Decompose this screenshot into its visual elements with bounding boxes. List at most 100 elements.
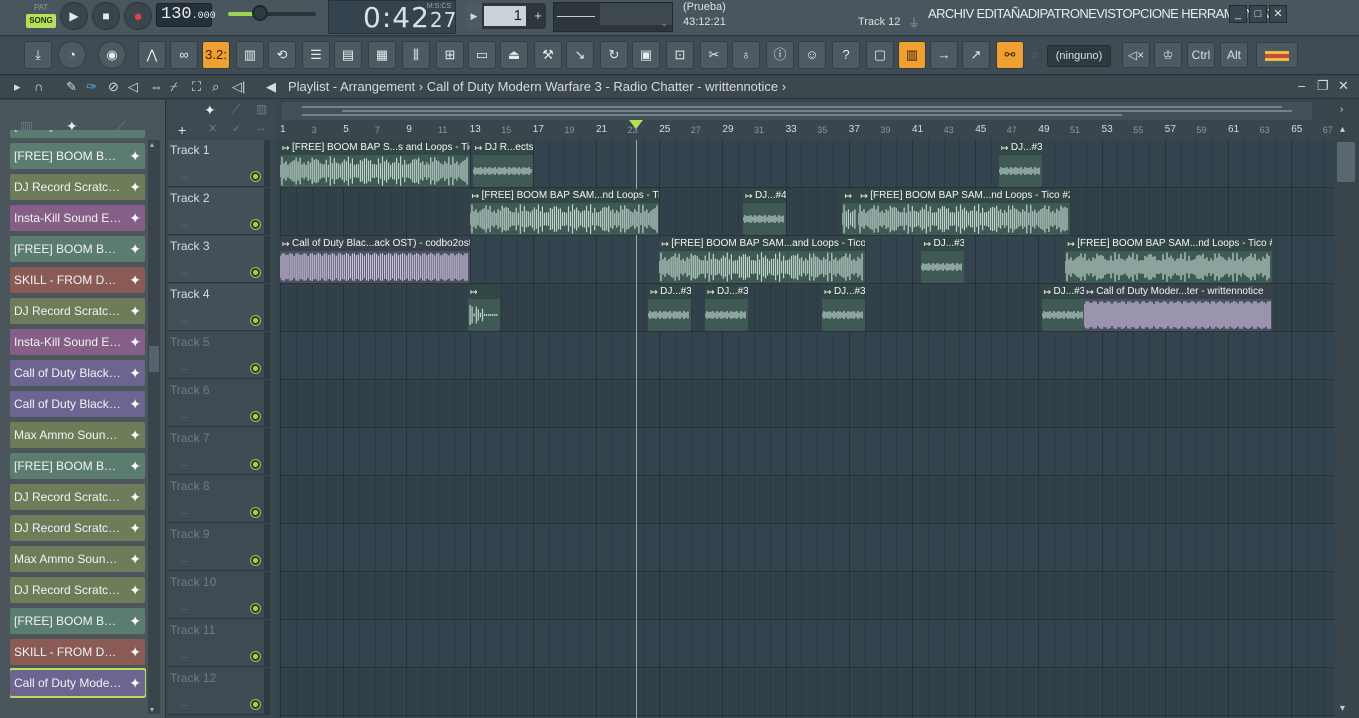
file-icon[interactable]: ▭ bbox=[468, 41, 496, 69]
chevron-down-icon[interactable]: ⌄ bbox=[660, 18, 668, 29]
close-small-icon[interactable]: ✕ bbox=[208, 122, 217, 135]
pattern-item[interactable]: SKILL - FROM DA HEA... ✦ bbox=[10, 639, 145, 665]
playhead-marker[interactable] bbox=[628, 120, 643, 129]
track-header[interactable]: Track 11... bbox=[168, 620, 270, 667]
pattern-item[interactable]: DJ Record Scratch So... ✦ bbox=[10, 298, 145, 324]
restore-icon[interactable]: ❐ bbox=[1317, 78, 1329, 94]
add-track-icon[interactable]: + bbox=[178, 122, 186, 138]
track-options-icon[interactable]: ... bbox=[180, 266, 188, 277]
alt-button[interactable]: Alt bbox=[1220, 42, 1248, 68]
pattern-item[interactable]: Call of Duty Black Op... ✦ bbox=[10, 360, 145, 386]
arrangement-grid[interactable]: [FREE] BOOM BAP S...s and Loops - TicoDJ… bbox=[280, 140, 1334, 718]
plugin-icon[interactable]: ⏏ bbox=[500, 41, 528, 69]
main-menu[interactable]: ARCHIV EDITAÑADIPATRONEVISTOPCIONE HERRA… bbox=[928, 6, 1276, 21]
audio-clip[interactable]: Call of Duty Blac...ack OST) - codbo2ost bbox=[280, 237, 470, 283]
track-options-icon[interactable]: ... bbox=[180, 170, 188, 181]
tempo-display[interactable]: 130.000 bbox=[156, 3, 216, 27]
slip-icon[interactable]: ⇔ bbox=[150, 79, 163, 94]
audio-clip[interactable]: [FREE] BOOM BAP S...s and Loops - Tico bbox=[280, 141, 470, 187]
blend-icon[interactable]: ⟲ bbox=[268, 41, 296, 69]
audio-clip[interactable]: DJ R...ects bbox=[472, 141, 533, 187]
audio-clip[interactable]: DJ...#4 bbox=[742, 189, 786, 235]
pattern-item[interactable]: [FREE] BOOM BAP SA... ✦ bbox=[10, 453, 145, 479]
ctrl-button[interactable]: Ctrl bbox=[1187, 42, 1215, 68]
track-options-icon[interactable]: ... bbox=[180, 362, 188, 373]
scissors-icon[interactable]: ✂ bbox=[700, 41, 728, 69]
mute-tool-icon[interactable]: ◁ bbox=[128, 79, 138, 95]
link-icon[interactable]: ⚯ bbox=[996, 41, 1024, 69]
track-header[interactable]: Track 6... bbox=[168, 380, 270, 427]
magnet-icon[interactable]: ∩ bbox=[34, 79, 43, 94]
track-enable-led[interactable] bbox=[251, 412, 260, 421]
audio-clip[interactable]: DJ...#3 bbox=[998, 141, 1042, 187]
slice-icon[interactable]: ⌿ bbox=[170, 79, 178, 95]
audio-clip[interactable]: DJ...#3 bbox=[821, 285, 865, 331]
track-options-icon[interactable]: ... bbox=[180, 506, 188, 517]
track-enable-led[interactable] bbox=[251, 172, 260, 181]
track-resize-handle[interactable] bbox=[264, 428, 270, 475]
cpu-meter-icon[interactable]: ◔ bbox=[58, 41, 86, 69]
scroll-down-icon[interactable]: ▾ bbox=[150, 705, 154, 714]
pattern-item[interactable]: [FREE] BOOM BAP SA... ✦ bbox=[10, 608, 145, 634]
pattern-selector[interactable]: ▶ 1 + bbox=[466, 3, 546, 29]
track-options-icon[interactable]: ... bbox=[180, 458, 188, 469]
track-header[interactable]: Track 4... bbox=[168, 284, 270, 331]
automation-icon[interactable]: ⟋ bbox=[232, 102, 240, 117]
audio-clip[interactable]: [FREE] BOOM BAP SAM...nd Loops - Tico #2 bbox=[858, 189, 1070, 235]
audio-clip[interactable]: DJ...#3 bbox=[921, 237, 965, 283]
audio-clip[interactable]: [FREE] BOOM BAP SAM...and Loops - Tico #… bbox=[659, 237, 865, 283]
track-resize-handle[interactable] bbox=[264, 476, 270, 523]
resize-icon[interactable]: ↔ bbox=[256, 122, 267, 134]
playlist-icon[interactable]: ☰ bbox=[302, 41, 330, 69]
flag-icon[interactable] bbox=[1256, 42, 1298, 68]
select-icon[interactable]: ⛶ bbox=[192, 79, 201, 95]
scroll-down-icon[interactable]: ▾ bbox=[1340, 703, 1345, 714]
pattern-item[interactable]: DJ Record Scratch So... ✦ bbox=[10, 484, 145, 510]
stop-button[interactable]: ■ bbox=[92, 2, 120, 30]
track-header[interactable]: Track 3... bbox=[168, 236, 270, 283]
track-resize-handle[interactable] bbox=[264, 236, 270, 283]
pattern-item[interactable]: Max Ammo Sound Eff... ✦ bbox=[10, 422, 145, 448]
track-resize-handle[interactable] bbox=[264, 140, 270, 187]
pattern-icon[interactable]: ▥ bbox=[256, 102, 267, 116]
pattern-arrow-icon[interactable]: ▶ bbox=[466, 3, 482, 29]
pattern-item[interactable]: Call of Duty Black Op... ✦ bbox=[10, 391, 145, 417]
browser-scrollbar[interactable]: ▴ ▾ bbox=[148, 140, 160, 714]
overview-strip[interactable] bbox=[282, 102, 1312, 120]
pattern-item[interactable]: Call of Duty Modern... ✦ bbox=[10, 668, 146, 698]
minimize-button[interactable]: _ bbox=[1229, 5, 1247, 23]
check-icon[interactable]: ✓ bbox=[232, 122, 241, 135]
track-enable-led[interactable] bbox=[251, 508, 260, 517]
close-button[interactable]: ✕ bbox=[1269, 5, 1287, 23]
pat-label[interactable]: PAT bbox=[26, 2, 56, 14]
track-enable-led[interactable] bbox=[251, 652, 260, 661]
channel-rack-icon[interactable]: ▦ bbox=[368, 41, 396, 69]
browser-icon[interactable]: ⊞ bbox=[436, 41, 464, 69]
add-pattern-button[interactable]: + bbox=[530, 3, 546, 29]
cut-icon[interactable]: ⊡ bbox=[666, 41, 694, 69]
pattern-item[interactable]: DJ Record Scratch So... ✦ bbox=[10, 174, 145, 200]
track-resize-handle[interactable] bbox=[264, 284, 270, 331]
audio-clip[interactable]: DJ...#3 bbox=[705, 285, 748, 331]
track-resize-handle[interactable] bbox=[264, 524, 270, 571]
track-options-icon[interactable]: ... bbox=[180, 698, 188, 709]
song-label[interactable]: SONG bbox=[26, 14, 56, 28]
feedback-icon[interactable]: ☺ bbox=[798, 41, 826, 69]
track-enable-led[interactable] bbox=[251, 700, 260, 709]
audio-clip[interactable] bbox=[468, 285, 500, 331]
pattern-item[interactable]: DJ Record Scratch So... ✦ bbox=[10, 577, 145, 603]
track-enable-led[interactable] bbox=[251, 556, 260, 565]
help-icon[interactable]: ? bbox=[832, 41, 860, 69]
undo-icon[interactable]: ↻ bbox=[600, 41, 628, 69]
paint-icon[interactable]: ✑ bbox=[86, 79, 97, 95]
scroll-up-icon[interactable]: ▴ bbox=[150, 140, 154, 149]
track-options-icon[interactable]: ... bbox=[180, 314, 188, 325]
track-enable-led[interactable] bbox=[251, 268, 260, 277]
volume-knob[interactable] bbox=[252, 5, 268, 21]
midi-target-select[interactable]: (ninguno) bbox=[1047, 45, 1111, 67]
close-icon[interactable]: ✕ bbox=[1338, 78, 1349, 94]
track-options-icon[interactable]: ... bbox=[180, 554, 188, 565]
curve-icon[interactable]: ↗ bbox=[962, 41, 990, 69]
scroll-thumb[interactable] bbox=[149, 346, 159, 372]
wrench-icon[interactable]: ⚒ bbox=[534, 41, 562, 69]
